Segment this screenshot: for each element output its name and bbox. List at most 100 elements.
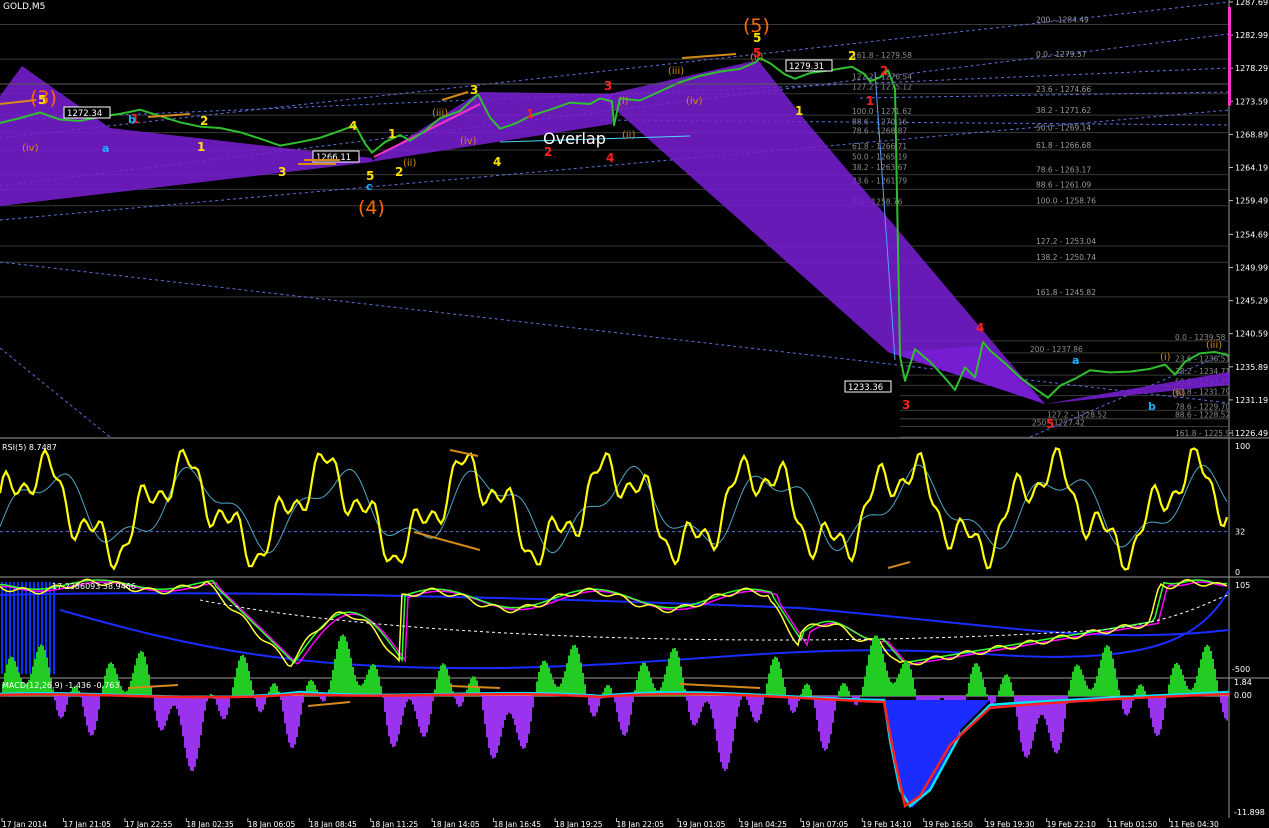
macd-bar-up [1072,671,1074,696]
price-marker-label: 1272.34 [67,109,102,119]
macd-bar-down [1018,696,1020,731]
macd-bar-down [1056,696,1058,754]
macd-bar-down [462,696,464,703]
band-upper [0,592,1230,637]
time-tick-label: 19 Feb 14:10 [862,820,911,828]
wave-letter: a [1072,354,1079,367]
macd-bar-up [980,671,982,696]
macd-bar-down [690,696,692,721]
fib-level-label: 127.2 - 1253.04 [1036,237,1096,246]
macd-bar-down [202,696,204,723]
macd-bar-up [336,649,338,696]
macd-bar-up [780,668,782,696]
macd-bar-up [890,681,892,696]
macd-bar-down [160,696,162,731]
macd-bar-up [874,635,876,696]
rsi-title: RSI(5) 8.7487 [2,443,57,452]
macd-bar-down [486,696,488,738]
macd-bar-up [582,673,584,696]
macd-bar-down [222,696,224,720]
macd-bar-down [1042,696,1044,716]
macd-bar-up [10,656,12,696]
macd-bar-down [700,696,702,713]
time-tick-label: 18 Jan 16:45 [494,820,542,828]
time-tick-label: 19 Feb 22:10 [1047,820,1096,828]
macd-bar-up [984,687,986,696]
macd-bar-down [484,696,486,725]
macd-bar-up [808,685,810,696]
macd-bar-down [510,696,512,715]
macd-bar-up [1006,674,1008,696]
macd-bar-down [156,696,158,721]
macd-bar-up [1210,651,1212,696]
divergence-mark [679,683,761,689]
macd-bar-down [1044,696,1046,719]
macd-bar-up [446,668,448,696]
macd-bar-up [1078,665,1080,696]
macd-bar-up [334,659,336,696]
time-tick-label: 18 Jan 02:35 [186,820,234,828]
macd-bar-down [188,696,190,767]
macd-bar-down [154,696,156,711]
macd-bar-down [1224,696,1226,719]
macd-bar-up [14,661,16,696]
macd-bar-down [1040,696,1042,715]
macd-bar-down [1036,696,1038,724]
macd-bar-down [482,696,484,711]
macd-bar-down [504,696,506,721]
main-panel[interactable] [0,0,1229,437]
macd-bar-down [494,696,496,758]
macd-bar-up [894,682,896,696]
fib-level-label: 138.2 - 1250.74 [1036,253,1096,262]
macd-bar-down [1014,696,1016,703]
macd-bar-up [1206,644,1208,696]
macd-bar-up [872,638,874,696]
macd-bar-down [738,696,740,707]
macd-bar-down [166,696,168,721]
macd-bar-down [398,696,400,735]
macd-bar-up [8,658,10,696]
macd-bar-up [1108,646,1110,696]
macd-bar-down [624,696,626,736]
macd-bar-down [180,696,182,726]
macd-bar-down [416,696,418,720]
macd-bar-up [1074,666,1076,696]
wave-letter: a [102,142,109,155]
rsi-panel[interactable]: 100 32 0 [0,442,1250,577]
macd-bar-up [348,648,350,696]
macd-bar-up [232,687,234,696]
macd-bar-down [512,696,514,719]
macd-bar-up [1198,667,1200,696]
macd-bar-up [644,662,646,696]
macd-bar-up [350,657,352,696]
macd-bar-up [438,670,440,696]
fib-level-label: 100.0 - 1271.62 [852,107,912,116]
macd-bar-up [838,690,840,696]
macd-bar-up [142,652,144,696]
wave-label: (iv) [686,96,703,107]
macd-bar-down [688,696,690,713]
stochastic-panel[interactable]: 105 -500 [0,578,1250,674]
macd-bar-up [234,677,236,696]
macd-bar-down [736,696,738,717]
chart-canvas[interactable]: 200 - 1284.490.0 - 1279.5723.6 - 1274.66… [0,0,1269,828]
macd-bar-down [190,696,192,771]
macd-bar-down [426,696,428,733]
macd-bar-down [60,696,62,719]
macd-bar-down [722,696,724,769]
macd-bar-up [1102,652,1104,696]
price-marker-label: 1266.11 [316,153,351,163]
wave-label: (ii) [622,130,635,141]
macd-bar-down [718,696,720,753]
macd-bar-up [1096,676,1098,696]
macd-bar-up [1082,674,1084,696]
macd-bar-up [914,689,916,696]
macd-bar-up [912,678,914,696]
macd-bar-down [1220,696,1222,703]
wave-label: (i) [618,96,629,107]
macd-bar-up [676,651,678,696]
macd-bar-down [162,696,164,730]
macd-bar-up [138,653,140,696]
macd-bar-up [668,658,670,696]
macd-bar-up [442,663,444,696]
